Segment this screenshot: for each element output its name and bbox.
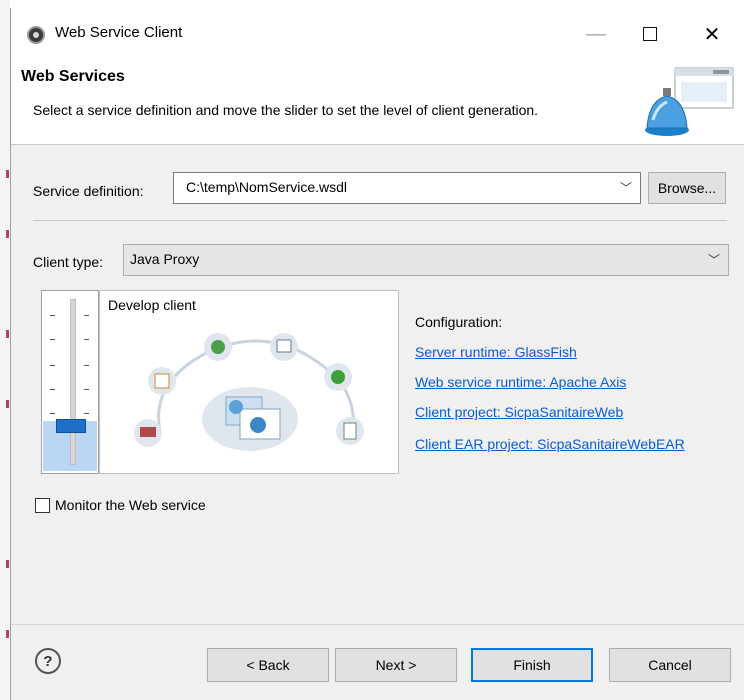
service-definition-label: Service definition: bbox=[33, 183, 144, 199]
monitor-web-service-checkbox[interactable] bbox=[35, 498, 50, 513]
close-button[interactable]: ✕ bbox=[689, 18, 735, 50]
separator bbox=[33, 220, 727, 221]
finish-button[interactable]: Finish bbox=[471, 648, 593, 682]
configuration-heading: Configuration: bbox=[415, 314, 503, 330]
client-generation-slider[interactable] bbox=[41, 290, 99, 474]
slider-track bbox=[70, 299, 76, 465]
wizard-header: Web Services Select a service definition… bbox=[11, 56, 744, 145]
back-button[interactable]: < Back bbox=[207, 648, 329, 682]
gutter-marker bbox=[6, 170, 9, 178]
close-icon: ✕ bbox=[703, 23, 721, 46]
page-description: Select a service definition and move the… bbox=[33, 102, 539, 118]
chevron-down-icon: ﹀ bbox=[707, 253, 720, 267]
gutter-marker bbox=[6, 330, 9, 338]
maximize-icon bbox=[643, 27, 657, 41]
service-definition-combo[interactable]: C:\temp\NomService.wsdl ﹀ bbox=[173, 172, 641, 204]
browse-button[interactable]: Browse... bbox=[648, 172, 726, 204]
chevron-down-icon: ﹀ bbox=[619, 181, 632, 195]
web-service-runtime-link[interactable]: Web service runtime: Apache Axis bbox=[415, 374, 626, 390]
client-type-label: Client type: bbox=[33, 254, 104, 270]
cancel-button[interactable]: Cancel bbox=[609, 648, 731, 682]
slider-tick bbox=[50, 315, 55, 316]
gutter-marker bbox=[6, 230, 9, 238]
help-icon: ? bbox=[43, 652, 53, 670]
slider-tick bbox=[50, 339, 55, 340]
window-title: Web Service Client bbox=[55, 24, 183, 41]
minimize-button[interactable]: — bbox=[573, 18, 619, 50]
server-runtime-link[interactable]: Server runtime: GlassFish bbox=[415, 344, 577, 360]
client-stage-diagram: Develop client bbox=[99, 290, 399, 474]
slider-tick bbox=[50, 413, 55, 414]
minimize-icon: — bbox=[586, 22, 606, 45]
slider-thumb[interactable] bbox=[56, 419, 86, 433]
web-service-client-dialog: Web Service Client — ✕ Web Services Sele… bbox=[10, 8, 744, 700]
button-bar-separator bbox=[11, 624, 744, 625]
eclipse-app-icon bbox=[27, 26, 45, 44]
gutter-marker bbox=[6, 560, 9, 568]
slider-tick bbox=[50, 389, 55, 390]
title-bar: Web Service Client — ✕ bbox=[11, 8, 744, 56]
client-project-link[interactable]: Client project: SicpaSanitaireWeb bbox=[415, 404, 623, 420]
slider-tick bbox=[84, 413, 89, 414]
slider-tick bbox=[84, 365, 89, 366]
gutter-marker bbox=[6, 400, 9, 408]
page-title: Web Services bbox=[21, 68, 125, 85]
slider-tick bbox=[84, 339, 89, 340]
help-button[interactable]: ? bbox=[35, 648, 61, 674]
next-button[interactable]: Next > bbox=[335, 648, 457, 682]
web-service-bell-icon bbox=[645, 67, 734, 136]
service-definition-value: C:\temp\NomService.wsdl bbox=[186, 179, 348, 195]
gutter-marker bbox=[6, 630, 9, 638]
slider-tick bbox=[84, 389, 89, 390]
maximize-button[interactable] bbox=[627, 18, 673, 50]
slider-tick bbox=[84, 315, 89, 316]
slider-tick bbox=[50, 365, 55, 366]
client-stage-label: Develop client bbox=[108, 297, 196, 313]
client-type-combo[interactable]: Java Proxy ﹀ bbox=[123, 244, 729, 276]
client-ear-project-link[interactable]: Client EAR project: SicpaSanitaireWebEAR bbox=[415, 436, 685, 452]
client-type-value: Java Proxy bbox=[130, 251, 200, 267]
web-service-lifecycle-diagram bbox=[134, 333, 364, 451]
monitor-web-service-label: Monitor the Web service bbox=[55, 497, 206, 513]
background-editor-gutter bbox=[0, 0, 10, 700]
